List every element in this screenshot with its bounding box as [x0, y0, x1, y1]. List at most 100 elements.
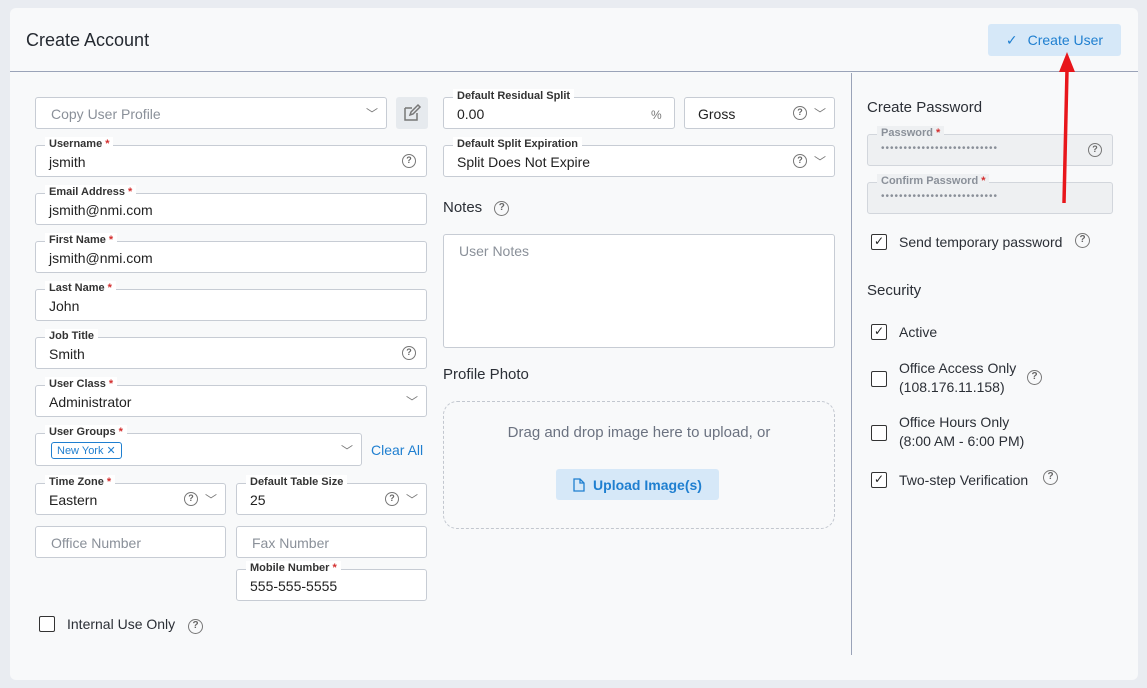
create-user-label: Create User	[1027, 32, 1104, 48]
help-icon[interactable]: ?	[793, 154, 807, 168]
residual-split-label: Default Residual Split	[453, 89, 575, 103]
default-table-size-select[interactable]: Default Table Size 25 ? ﹀	[236, 475, 427, 515]
user-class-select[interactable]: User Class * Administrator ﹀	[35, 377, 427, 417]
help-icon[interactable]: ?	[402, 346, 416, 360]
split-expiration-select[interactable]: Default Split Expiration Split Does Not …	[443, 137, 835, 177]
chevron-down-icon: ﹀	[814, 155, 827, 169]
office-hours-label: Office Hours Only (8:00 AM - 6:00 PM)	[899, 413, 1024, 451]
active-checkbox[interactable]: ✓	[871, 324, 887, 340]
upload-image-button[interactable]: Upload Image(s)	[556, 469, 719, 500]
user-class-label: User Class	[49, 378, 106, 390]
two-step-label: Two-step Verification	[899, 472, 1029, 488]
password-label: Password	[881, 127, 933, 139]
copy-user-profile-select[interactable]: Copy User Profile ﹀	[35, 97, 387, 129]
first-name-value: jsmith@nmi.com	[49, 250, 153, 266]
mobile-label: Mobile Number	[250, 562, 330, 574]
help-icon[interactable]: ?	[188, 619, 203, 634]
close-icon[interactable]: ✕	[107, 445, 116, 457]
residual-split-value: 0.00	[457, 106, 485, 122]
dropzone-text: Drag and drop image here to upload, or	[507, 424, 771, 441]
user-groups-select[interactable]: User Groups * New York ✕ ﹀	[35, 425, 362, 466]
time-zone-select[interactable]: Time Zone * Eastern ? ﹀	[35, 475, 226, 515]
mobile-value: 555-555-5555	[250, 578, 338, 594]
office-number-field[interactable]: Office Number	[35, 526, 226, 558]
email-field[interactable]: Email Address * jsmith@nmi.com	[35, 185, 427, 225]
page-title: Create Account	[26, 30, 150, 50]
table-size-value: 25	[250, 492, 266, 508]
help-icon[interactable]: ?	[494, 200, 510, 216]
fax-number-placeholder: Fax Number	[252, 535, 330, 551]
percent-unit: %	[651, 108, 662, 122]
internal-use-checkbox[interactable]	[39, 616, 55, 632]
security-title: Security	[867, 282, 922, 299]
confirm-password-label: Confirm Password	[881, 175, 979, 187]
user-groups-label: User Groups	[49, 426, 116, 438]
mobile-number-field[interactable]: Mobile Number * 555-555-5555	[236, 561, 427, 601]
fax-number-field[interactable]: Fax Number	[236, 526, 427, 558]
help-icon[interactable]: ?	[1088, 143, 1102, 157]
time-zone-label: Time Zone	[49, 476, 104, 488]
create-account-card: Create Account ✓ Create User Copy User P…	[10, 8, 1138, 680]
residual-split-field[interactable]: Default Residual Split 0.00 %	[443, 89, 675, 129]
confirm-password-field[interactable]: Confirm Password * ••••••••••••••••••••••…	[867, 174, 1113, 214]
help-icon[interactable]: ?	[184, 492, 198, 506]
copy-user-profile-placeholder: Copy User Profile	[51, 106, 161, 122]
file-icon	[573, 477, 585, 492]
help-icon[interactable]: ?	[793, 106, 807, 120]
time-zone-value: Eastern	[49, 492, 98, 508]
table-size-label: Default Table Size	[246, 475, 348, 489]
office-access-checkbox[interactable]	[871, 371, 887, 387]
office-hours-checkbox[interactable]	[871, 425, 887, 441]
first-name-field[interactable]: First Name * jsmith@nmi.com	[35, 233, 427, 273]
password-dots: ••••••••••••••••••••••••••	[881, 143, 999, 154]
chevron-down-icon: ﹀	[205, 493, 218, 507]
help-icon[interactable]: ?	[385, 492, 399, 506]
office-access-line2: (108.176.11.158)	[899, 379, 1005, 395]
gross-select[interactable]: Gross ? ﹀	[684, 97, 835, 129]
office-access-line1: Office Access Only	[899, 360, 1017, 376]
office-hours-line1: Office Hours Only	[899, 414, 1010, 430]
job-title-value: Smith	[49, 346, 85, 362]
clear-all-link[interactable]: Clear All	[371, 442, 423, 458]
upload-image-label: Upload Image(s)	[593, 476, 702, 493]
notes-title-label: Notes	[443, 199, 483, 216]
chevron-down-icon: ﹀	[406, 493, 419, 507]
email-label: Email Address	[49, 186, 126, 198]
help-icon[interactable]: ?	[402, 154, 416, 168]
user-notes-textarea[interactable]: User Notes	[443, 234, 835, 348]
internal-use-label: Internal Use Only	[67, 616, 176, 632]
profile-photo-title: Profile Photo	[443, 366, 529, 383]
send-temp-password-checkbox[interactable]: ✓	[871, 234, 887, 250]
last-name-field[interactable]: Last Name * John	[35, 281, 427, 321]
office-hours-line2: (8:00 AM - 6:00 PM)	[899, 433, 1025, 449]
password-field[interactable]: Password * •••••••••••••••••••••••••• ?	[867, 126, 1113, 166]
last-name-value: John	[49, 298, 80, 314]
create-password-title: Create Password	[867, 99, 983, 116]
username-field[interactable]: Username * jsmith ?	[35, 137, 427, 177]
help-icon[interactable]: ?	[1075, 233, 1090, 248]
confirm-password-dots: ••••••••••••••••••••••••••	[881, 191, 999, 202]
send-temp-password-label: Send temporary password	[899, 234, 1063, 250]
active-label: Active	[899, 324, 938, 340]
group-tag: New York ✕	[51, 442, 122, 459]
create-user-button[interactable]: ✓ Create User	[988, 24, 1121, 56]
split-expiration-label: Default Split Expiration	[453, 137, 583, 151]
two-step-checkbox[interactable]: ✓	[871, 472, 887, 488]
user-class-value: Administrator	[49, 394, 132, 410]
job-title-field[interactable]: Job Title Smith ?	[35, 329, 427, 369]
group-tag-label: New York	[57, 445, 104, 457]
help-icon[interactable]: ?	[1043, 470, 1058, 485]
chevron-down-icon: ﹀	[406, 395, 419, 409]
chevron-down-icon: ﹀	[341, 444, 354, 458]
image-dropzone[interactable]: Drag and drop image here to upload, or U…	[443, 401, 835, 529]
chevron-down-icon: ﹀	[366, 107, 379, 121]
office-access-label: Office Access Only (108.176.11.158)	[899, 359, 1016, 397]
notes-title: Notes ?	[443, 199, 510, 216]
email-value: jsmith@nmi.com	[49, 202, 153, 218]
edit-profile-button[interactable]	[396, 97, 428, 129]
gross-value: Gross	[698, 106, 736, 122]
card-header: Create Account ✓ Create User	[10, 8, 1138, 72]
column-divider	[851, 73, 852, 655]
check-icon: ✓	[1005, 31, 1018, 48]
help-icon[interactable]: ?	[1027, 370, 1042, 385]
